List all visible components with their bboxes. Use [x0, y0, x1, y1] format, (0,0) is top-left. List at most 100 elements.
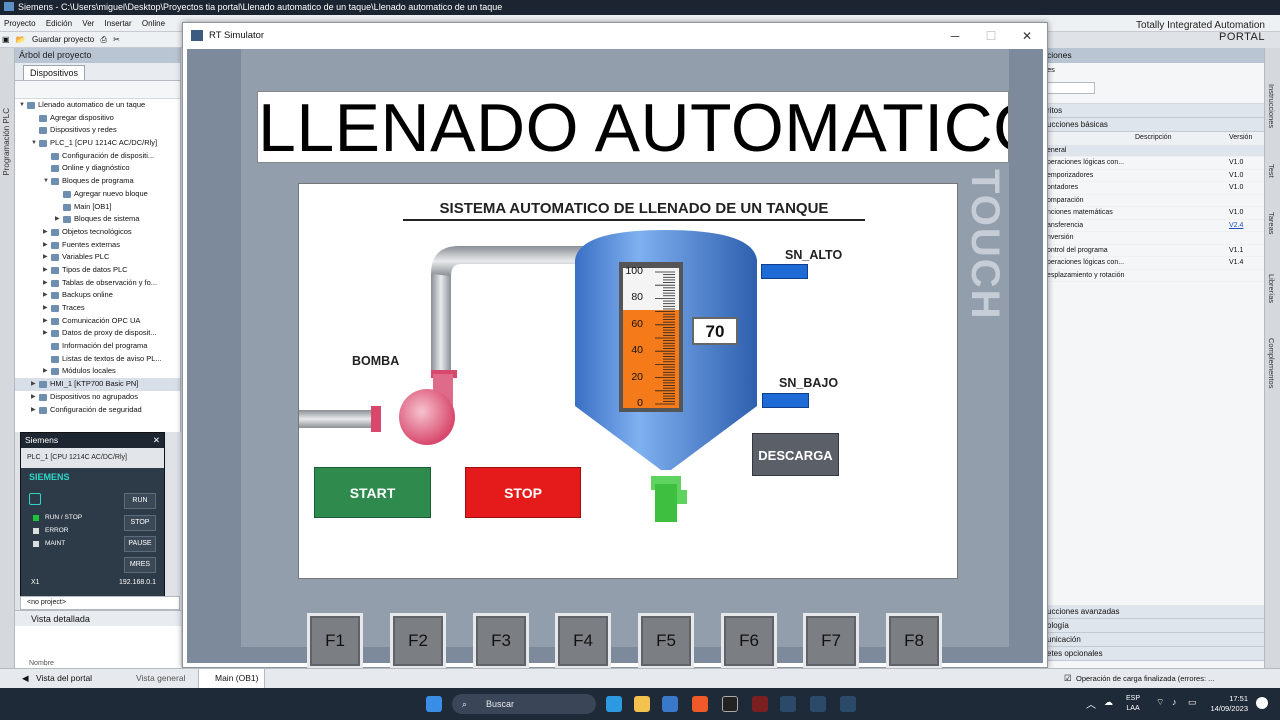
tree-item[interactable]: Online y diagnóstico	[15, 162, 180, 175]
expand-right-icon[interactable]: ▶	[43, 239, 48, 252]
expand-down-icon[interactable]: ▼	[19, 99, 25, 112]
menu-online[interactable]: Online	[138, 15, 169, 32]
instruction-row[interactable]: peraciones lógicas con... V1.0	[1045, 157, 1264, 170]
function-key-f7[interactable]: F7	[803, 613, 859, 669]
instructions-search-input[interactable]	[1047, 82, 1095, 94]
function-key-f3[interactable]: F3	[473, 613, 529, 669]
tree-item[interactable]: ▶ Objetos tecnológicos	[15, 226, 180, 239]
instruction-row[interactable]: peraciones lógicas con... V1.4	[1045, 257, 1264, 270]
rail-tab-libraries[interactable]: Librerías	[1267, 274, 1276, 303]
expand-right-icon[interactable]: ▶	[43, 264, 48, 277]
tab-devices[interactable]: Dispositivos	[23, 65, 86, 80]
instruction-row[interactable]: esplazamiento y rotación	[1045, 270, 1264, 282]
tree-item[interactable]: ▼ PLC_1 [CPU 1214C AC/DC/Rly]	[15, 137, 180, 150]
discharge-button[interactable]: DESCARGA	[752, 433, 839, 476]
function-key-f1[interactable]: F1	[307, 613, 363, 669]
cloud-sync-icon[interactable]: ☁	[1104, 697, 1113, 708]
taskbar-search[interactable]: ⌕ Buscar	[452, 694, 596, 714]
tray-chevron-icon[interactable]: ︿	[1086, 696, 1096, 711]
menu-edicion[interactable]: Edición	[42, 15, 76, 32]
tree-item[interactable]: ▶ HMI_1 [KTP700 Basic PN]	[15, 378, 180, 391]
instruction-row[interactable]: ansferencia V2.4	[1045, 220, 1264, 233]
rail-label-plc-programming[interactable]: Programación PLC	[2, 108, 11, 176]
cut-icon[interactable]: ✂	[111, 32, 122, 48]
tree-item[interactable]: ▼ Bloques de programa	[15, 175, 180, 188]
tree-item[interactable]: Configuración de dispositi...	[15, 150, 180, 163]
menu-proyecto[interactable]: Proyecto	[0, 15, 40, 32]
expand-right-icon[interactable]: ▶	[43, 251, 48, 264]
rail-tab-tasks[interactable]: Tareas	[1267, 212, 1276, 235]
open-project-icon[interactable]: 📂	[14, 32, 28, 48]
close-icon[interactable]: ✕	[153, 433, 164, 448]
tree-item[interactable]: Listas de textos de aviso PL...	[15, 353, 180, 366]
language-indicator[interactable]: ESP LAA	[1126, 694, 1140, 714]
function-key-f2[interactable]: F2	[390, 613, 446, 669]
rail-tab-addins[interactable]: Complementos	[1267, 338, 1276, 388]
windows-start-icon[interactable]	[426, 696, 442, 712]
power-icon[interactable]	[29, 493, 41, 505]
expand-right-icon[interactable]: ▶	[43, 226, 48, 239]
instruction-version[interactable]: V2.4	[1229, 220, 1243, 233]
close-window-icon[interactable]: ✕	[1009, 23, 1045, 49]
tree-item[interactable]: Dispositivos y redes	[15, 124, 180, 137]
new-project-icon[interactable]: ▣	[0, 32, 12, 48]
expand-right-icon[interactable]: ▶	[43, 365, 48, 378]
tree-item[interactable]: Agregar dispositivo	[15, 112, 180, 125]
expand-right-icon[interactable]: ▶	[43, 289, 48, 302]
plcsim-icon[interactable]	[810, 696, 826, 712]
instruction-row[interactable]: emporizadores V1.0	[1045, 170, 1264, 182]
tree-item[interactable]: ▶ Backups online	[15, 289, 180, 302]
function-key-f6[interactable]: F6	[721, 613, 777, 669]
capcut-icon[interactable]	[722, 696, 738, 712]
expand-right-icon[interactable]: ▶	[43, 315, 48, 328]
instruction-row[interactable]: ontadores V1.0	[1045, 182, 1264, 195]
favorites-section[interactable]: ritos	[1045, 104, 1264, 118]
tree-item[interactable]: Agregar nuevo bloque	[15, 188, 180, 201]
volume-icon[interactable]: ♪	[1172, 697, 1177, 707]
tia-portal-icon[interactable]	[780, 696, 796, 712]
instruction-row[interactable]: ontrol del programa V1.1	[1045, 245, 1264, 257]
portal-view-button[interactable]: Vista del portal	[36, 669, 92, 688]
tree-item[interactable]: ▼ Llenado automatico de un taque	[15, 99, 180, 112]
tree-item[interactable]: ▶ Configuración de seguridad	[15, 404, 180, 417]
function-key-f5[interactable]: F5	[638, 613, 694, 669]
main-ob1-tab[interactable]: Main (OB1)	[198, 669, 266, 689]
rail-tab-test[interactable]: Test	[1267, 164, 1276, 178]
battery-icon[interactable]: ▭	[1188, 697, 1197, 708]
pause-button[interactable]: PAUSE	[124, 536, 156, 552]
tree-item[interactable]: ▶ Bloques de sistema	[15, 213, 180, 226]
expand-right-icon[interactable]: ▶	[31, 391, 36, 404]
expand-right-icon[interactable]: ▶	[31, 378, 36, 391]
mres-button[interactable]: MRES	[124, 557, 156, 573]
menu-insertar[interactable]: Insertar	[101, 15, 136, 32]
expand-down-icon[interactable]: ▼	[43, 175, 49, 188]
notifications-icon[interactable]	[1256, 697, 1268, 709]
instruction-row[interactable]: omparación	[1045, 195, 1264, 207]
save-project-button[interactable]: Guardar proyecto	[30, 32, 96, 48]
tree-item[interactable]: ▶ Comunicación OPC UA	[15, 315, 180, 328]
function-key-f4[interactable]: F4	[555, 613, 611, 669]
file-explorer-icon[interactable]	[634, 696, 650, 712]
overview-tab[interactable]: Vista general	[136, 669, 185, 688]
tree-item[interactable]: Main [OB1]	[15, 201, 180, 214]
tree-item[interactable]: ▶ Traces	[15, 302, 180, 315]
tree-item[interactable]: ▶ Datos de proxy de disposit...	[15, 327, 180, 340]
expand-down-icon[interactable]: ▼	[31, 137, 37, 150]
stop-hmi-button[interactable]: STOP	[465, 467, 581, 518]
expand-right-icon[interactable]: ▶	[55, 213, 60, 226]
optional-packages-section[interactable]: etes opcionales	[1045, 647, 1265, 661]
edge-icon[interactable]	[606, 696, 622, 712]
function-key-f8[interactable]: F8	[886, 613, 942, 669]
portal-view-icon[interactable]: ◀	[22, 669, 29, 688]
tree-item[interactable]: Información del programa	[15, 340, 180, 353]
instruction-row[interactable]: eneral	[1045, 144, 1264, 157]
menu-ver[interactable]: Ver	[78, 15, 98, 32]
tree-item[interactable]: ▶ Fuentes externas	[15, 239, 180, 252]
mail-icon[interactable]	[662, 696, 678, 712]
communication-section[interactable]: unicación	[1045, 633, 1265, 647]
clock[interactable]: 17:51 14/09/2023	[1206, 694, 1248, 714]
wincc-rt-icon[interactable]	[840, 696, 856, 712]
run-button[interactable]: RUN	[124, 493, 156, 509]
technology-section[interactable]: ología	[1045, 619, 1265, 633]
status-message[interactable]: Operación de carga finalizada (errores: …	[1076, 669, 1214, 688]
